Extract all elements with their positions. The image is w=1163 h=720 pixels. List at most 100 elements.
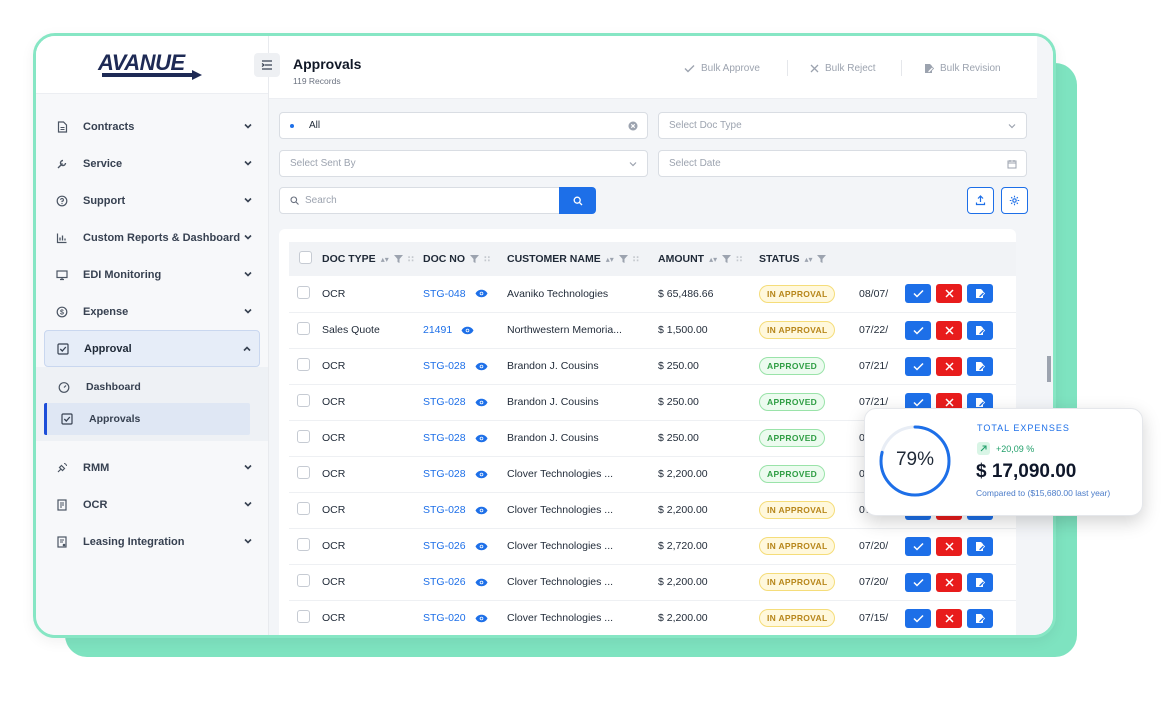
eye-icon[interactable] [461,326,474,335]
reject-button[interactable] [936,356,963,376]
doc-no-link[interactable]: STG-048 [423,288,466,300]
eye-icon[interactable] [475,289,488,298]
table-row[interactable]: OCR STG-020 Clover Technologies ... $ 2,200… [289,600,1016,635]
sidebar-item-custom-reports[interactable]: Custom Reports & Dashboard [36,219,268,256]
revision-button[interactable] [967,572,994,592]
doc-no-link[interactable]: 21491 [423,324,452,336]
approve-button[interactable] [905,572,932,592]
approve-button[interactable] [905,536,932,556]
doc-no-link[interactable]: STG-028 [423,396,466,408]
sidebar-subitem-dashboard[interactable]: Dashboard [36,371,268,403]
row-checkbox[interactable] [297,430,310,443]
sidebar-item-edi-monitoring[interactable]: EDI Monitoring [36,256,268,293]
sort-icon[interactable]: ▴▾ [804,255,812,264]
bulk-revision-button[interactable]: Bulk Revision [924,63,1001,74]
doc-no-link[interactable]: STG-028 [423,504,466,516]
doc-no-link[interactable]: STG-028 [423,468,466,480]
sort-icon[interactable]: ▴▾ [381,255,389,264]
row-checkbox[interactable] [297,502,310,515]
table-row[interactable]: OCR STG-048 Avaniko Technologies $ 65,486.6… [289,276,1016,312]
sent-by-select[interactable]: Select Sent By [279,150,648,177]
row-checkbox[interactable] [297,322,310,335]
sidebar-item-service[interactable]: Service [36,145,268,182]
column-header[interactable]: STATUS [759,253,799,265]
filter-icon[interactable] [393,255,403,263]
select-all-checkbox[interactable] [299,251,312,264]
row-checkbox[interactable] [297,574,310,587]
reject-button[interactable] [936,536,963,556]
filter-icon[interactable] [817,255,827,263]
bulk-reject-button[interactable]: Bulk Reject [810,63,876,74]
sidebar-subitem-approvals[interactable]: Approvals [44,403,250,435]
filter-icon[interactable] [722,255,732,263]
eye-icon[interactable] [475,542,488,551]
reject-button[interactable] [936,320,963,340]
eye-icon[interactable] [475,578,488,587]
doc-no-link[interactable]: STG-028 [423,360,466,372]
drag-handle-icon[interactable]: ∷ [408,254,414,265]
eye-icon[interactable] [475,398,488,407]
drag-handle-icon[interactable]: ∷ [484,254,490,265]
reject-button[interactable] [936,572,963,592]
revision-button[interactable] [967,320,994,340]
resize-handle[interactable] [1047,356,1051,382]
table-row[interactable]: OCR STG-028 Brandon J. Cousins $ 250.00 APPR… [289,348,1016,384]
eye-icon[interactable] [475,470,488,479]
doc-no-link[interactable]: STG-026 [423,576,466,588]
sent-to-select[interactable]: All [279,112,648,139]
revision-button[interactable] [967,536,994,556]
drag-handle-icon[interactable]: ∷ [736,254,742,265]
sidebar-toggle-button[interactable] [254,53,280,77]
date-picker[interactable]: Select Date [658,150,1027,177]
sidebar-item-approval[interactable]: Approval [44,330,260,367]
filter-icon[interactable] [470,255,479,263]
search-input[interactable]: Search [279,187,562,214]
drag-handle-icon[interactable]: ∷ [633,254,639,265]
doc-no-link[interactable]: STG-028 [423,432,466,444]
eye-icon[interactable] [475,362,488,371]
sidebar-item-expense[interactable]: $ Expense [36,293,268,330]
eye-icon[interactable] [475,614,488,623]
sidebar-item-contracts[interactable]: Contracts [36,108,268,145]
table-row[interactable]: OCR STG-026 Clover Technologies ... $ 2,720… [289,528,1016,564]
eye-icon[interactable] [475,434,488,443]
column-header[interactable]: DOC NO [423,253,465,265]
revision-button[interactable] [967,608,994,628]
search-icon [573,196,582,205]
export-button[interactable] [967,187,994,214]
table-row[interactable]: OCR STG-026 Clover Technologies ... $ 2,200… [289,564,1016,600]
column-header[interactable]: CUSTOMER NAME [507,253,601,265]
eye-icon[interactable] [475,506,488,515]
row-checkbox[interactable] [297,358,310,371]
revision-button[interactable] [967,356,994,376]
doc-type-select[interactable]: Select Doc Type [658,112,1027,139]
search-button[interactable] [559,187,596,214]
column-header[interactable]: AMOUNT [658,253,704,265]
row-checkbox[interactable] [297,466,310,479]
sidebar-item-rmm[interactable]: RMM [36,449,268,486]
reject-button[interactable] [936,608,963,628]
column-header[interactable]: DOC TYPE [322,253,376,265]
doc-no-link[interactable]: STG-020 [423,612,466,624]
sidebar-item-leasing-integration[interactable]: Leasing Integration [36,523,268,560]
approve-button[interactable] [905,608,932,628]
approve-button[interactable] [905,356,932,376]
row-checkbox[interactable] [297,285,310,299]
settings-button[interactable] [1001,187,1028,214]
bulk-approve-button[interactable]: Bulk Approve [684,63,760,74]
row-checkbox[interactable] [297,394,310,407]
filter-icon[interactable] [618,255,628,263]
row-checkbox[interactable] [297,610,310,623]
revision-button[interactable] [967,284,994,304]
sidebar-item-ocr[interactable]: OCR [36,486,268,523]
reject-button[interactable] [936,284,963,304]
approve-button[interactable] [905,284,932,304]
sidebar-item-support[interactable]: Support [36,182,268,219]
table-row[interactable]: Sales Quote 21491 Northwestern Memoria... $… [289,312,1016,348]
sort-icon[interactable]: ▴▾ [606,255,614,264]
approve-button[interactable] [905,320,932,340]
sort-icon[interactable]: ▴▾ [709,255,717,264]
clear-icon[interactable] [628,121,638,131]
doc-no-link[interactable]: STG-026 [423,540,466,552]
row-checkbox[interactable] [297,538,310,551]
